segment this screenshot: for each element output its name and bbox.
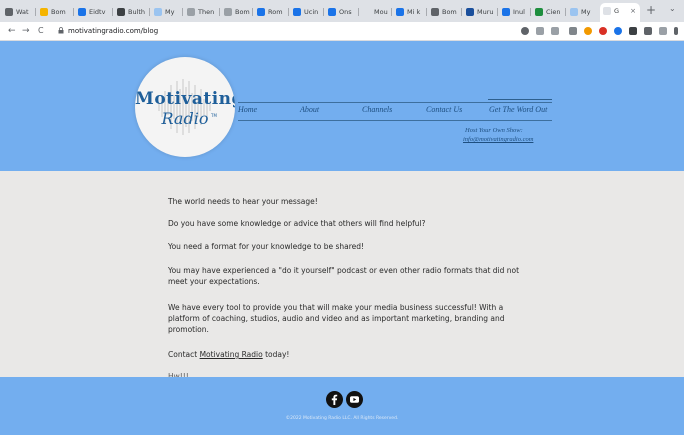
- paragraph: You may have experienced a "do it yourse…: [168, 266, 520, 286]
- nav-home[interactable]: Home: [238, 105, 257, 114]
- close-tab-icon[interactable]: ×: [630, 3, 636, 19]
- browser-tab[interactable]: Inul: [499, 4, 529, 20]
- tab-favicon-icon: [78, 8, 86, 16]
- menu-divider-top: [238, 102, 552, 103]
- tab-favicon-icon: [570, 8, 578, 16]
- browser-tab[interactable]: My: [151, 4, 181, 20]
- extension-icon[interactable]: [599, 27, 607, 35]
- site-logo[interactable]: Motivating Radio TM: [135, 57, 235, 157]
- tab-favicon-icon: [363, 8, 371, 16]
- nav-about[interactable]: About: [300, 105, 319, 114]
- tab-search-icon[interactable]: ⌄: [669, 4, 676, 13]
- new-tab-button[interactable]: +: [646, 3, 656, 17]
- paragraph: You need a format for your knowledge to …: [168, 242, 365, 251]
- main-content: The world needs to hear your message! Do…: [0, 171, 684, 377]
- browser-tab[interactable]: Ucin: [290, 4, 322, 20]
- tab-favicon-icon: [502, 8, 510, 16]
- browser-tab[interactable]: Bom: [37, 4, 71, 20]
- browser-tab[interactable]: Bom: [221, 4, 251, 20]
- browser-tab[interactable]: Then: [184, 4, 218, 20]
- host-email-link[interactable]: info@motivatingradio.com: [463, 136, 533, 143]
- browser-tab[interactable]: Rom: [254, 4, 287, 20]
- tab-favicon-icon: [224, 8, 232, 16]
- youtube-icon[interactable]: [346, 391, 363, 408]
- tab-favicon-icon: [5, 8, 13, 16]
- tab-favicon-icon: [396, 8, 404, 16]
- back-arrow-icon[interactable]: ←: [8, 24, 16, 38]
- browser-tab-active[interactable]: G ×: [600, 3, 640, 22]
- address-bar-url: motivatingradio.com/blog: [68, 27, 159, 35]
- tab-favicon-icon: [603, 7, 611, 15]
- address-bar[interactable]: motivatingradio.com/blog: [58, 24, 508, 38]
- tab-favicon-icon: [257, 8, 265, 16]
- logo-text-line2: Radio: [161, 109, 209, 128]
- browser-tab[interactable]: Mou: [360, 4, 390, 20]
- logo-trademark: TM: [211, 113, 217, 118]
- browser-tab[interactable]: Wat: [2, 4, 32, 20]
- extension-icon[interactable]: [614, 27, 622, 35]
- site-footer: ©2022 Motivating Radio LLC. All Rights R…: [0, 377, 684, 435]
- paragraph: We have every tool to provide you that w…: [168, 303, 505, 334]
- active-menu-indicator: [488, 99, 552, 100]
- tab-favicon-icon: [154, 8, 162, 16]
- reading-list-icon[interactable]: [644, 27, 652, 35]
- browser-tab[interactable]: Ons: [325, 4, 357, 20]
- browser-tab[interactable]: My: [567, 4, 597, 20]
- paragraph: The world needs to hear your message!: [168, 197, 318, 206]
- browser-tab[interactable]: Bulth: [114, 4, 148, 20]
- browser-tab[interactable]: Cien: [532, 4, 564, 20]
- tab-favicon-icon: [328, 8, 336, 16]
- menu-icon[interactable]: [674, 27, 678, 35]
- browser-tab[interactable]: Bom: [428, 4, 460, 20]
- copyright-text: ©2022 Motivating Radio LLC. All Rights R…: [285, 416, 399, 421]
- tab-favicon-icon: [187, 8, 195, 16]
- nav-get-the-word-out[interactable]: Get The Word Out: [489, 105, 547, 114]
- star-icon[interactable]: [551, 27, 559, 35]
- tab-favicon-icon: [293, 8, 301, 16]
- tab-favicon-icon: [466, 8, 474, 16]
- puzzle-icon[interactable]: [629, 27, 637, 35]
- browser-tab-bar: Wat Bom Eidtv Bulth My Then Bom Rom Ucin…: [0, 0, 684, 22]
- paragraph: Do you have some knowledge or advice tha…: [168, 219, 426, 228]
- tab-favicon-icon: [40, 8, 48, 16]
- tab-favicon-icon: [431, 8, 439, 16]
- extension-icon[interactable]: [584, 27, 592, 35]
- reload-icon[interactable]: C: [38, 24, 44, 38]
- logo-text-line1: Motivating: [135, 89, 235, 109]
- key-icon[interactable]: [521, 27, 529, 35]
- extension-icon[interactable]: [569, 27, 577, 35]
- facebook-icon[interactable]: [326, 391, 343, 408]
- edit-icon[interactable]: [659, 27, 667, 35]
- tab-favicon-icon: [117, 8, 125, 16]
- browser-toolbar: ← → C motivatingradio.com/blog: [0, 22, 684, 41]
- forward-arrow-icon[interactable]: →: [22, 24, 30, 38]
- lock-icon: [58, 27, 64, 34]
- tab-favicon-icon: [535, 8, 543, 16]
- menu-divider-bottom: [238, 120, 552, 121]
- browser-tab[interactable]: Mi k: [393, 4, 425, 20]
- browser-tab[interactable]: Muru: [463, 4, 496, 20]
- share-icon[interactable]: [536, 27, 544, 35]
- host-your-show-text: Host Your Own Show:: [465, 127, 523, 134]
- motivating-radio-link[interactable]: Motivating Radio: [200, 350, 263, 359]
- paragraph-contact: Contact Motivating Radio today!: [168, 350, 290, 359]
- site-header: Motivating Radio TM Home About Channels …: [0, 41, 684, 171]
- nav-channels[interactable]: Channels: [362, 105, 392, 114]
- nav-contact-us[interactable]: Contact Us: [426, 105, 462, 114]
- browser-tab[interactable]: Eidtv: [75, 4, 111, 20]
